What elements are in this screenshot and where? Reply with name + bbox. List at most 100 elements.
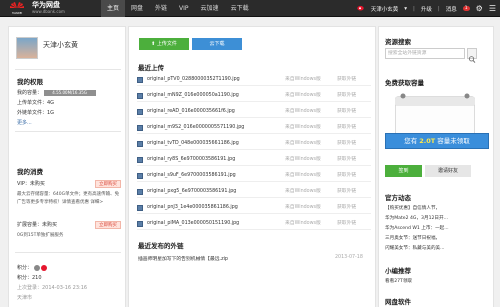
file-row[interactable]: original_pTV0_02880000352T1190.jpg 来自Wind… bbox=[137, 74, 371, 86]
divider bbox=[15, 131, 121, 132]
chevron-down-icon[interactable]: ▾ bbox=[404, 6, 407, 12]
file-row[interactable]: original_tvTD_048e000035661186.jpg 来自Wind… bbox=[137, 138, 371, 150]
file-source: 来自Windows版 bbox=[285, 189, 321, 194]
file-source: 来自Windows版 bbox=[285, 77, 321, 82]
get-link-button[interactable]: 获取外链 bbox=[337, 218, 356, 230]
file-source: 来自Windows版 bbox=[285, 93, 321, 98]
file-source: 来自Windows版 bbox=[285, 205, 321, 210]
get-link-button[interactable]: 获取外链 bbox=[337, 202, 356, 214]
file-name[interactable]: original_pxg5_6e9700003586191.jpg bbox=[147, 186, 236, 198]
vip-buy-button[interactable]: 立即购买 bbox=[95, 180, 121, 188]
get-link-button[interactable]: 获取外链 bbox=[337, 186, 356, 198]
file-row[interactable]: original_pnJ3_1e4e000035861186.jpg 来自Wind… bbox=[137, 202, 371, 214]
points-label: 积分： bbox=[17, 265, 33, 271]
file-row[interactable]: original_m9S2_016e0000005571190.jpg 来自Win… bbox=[137, 122, 371, 134]
vip-description: 最大云存储容量：640G单文件；更有高速传输、免广告等更多专享特权！详情查看优惠… bbox=[17, 192, 120, 205]
weibo-icon[interactable] bbox=[357, 4, 365, 13]
invite-friends-button[interactable]: 邀请好友 bbox=[425, 165, 471, 177]
news-item[interactable]: 闪耀美女节：私藏与美的美... bbox=[385, 244, 445, 254]
capacity-row: 我的容量： 4.55.00M/16.35G bbox=[17, 88, 96, 98]
brand-name[interactable]: 华为网盘 bbox=[32, 1, 60, 9]
file-name[interactable]: original_pnJ3_1e4e000035861186.jpg bbox=[147, 202, 238, 214]
recent-uploads-title: 最近上传 bbox=[138, 64, 164, 72]
more-link[interactable]: 更多... bbox=[17, 118, 32, 128]
redeem-amount: 2.0T bbox=[419, 137, 436, 145]
menu-list-icon[interactable]: ☰ bbox=[489, 4, 496, 13]
profile-name[interactable]: 天津小玄黄 bbox=[43, 40, 78, 50]
file-name[interactable]: original_tvTD_048e000035661186.jpg bbox=[147, 138, 239, 150]
tips-title: 小编推荐 bbox=[385, 267, 411, 275]
get-link-button[interactable]: 获取外链 bbox=[337, 154, 356, 166]
file-name[interactable]: original_s9uF_6e9700003586191.jpg bbox=[147, 170, 236, 182]
news-title: 官方动态 bbox=[385, 194, 411, 202]
message-count-badge: 1 bbox=[462, 6, 470, 11]
username-link[interactable]: 天津小玄黄 bbox=[371, 5, 399, 13]
ext-row: 扩展容量：未购买 立即购买 bbox=[17, 220, 121, 230]
search-icon[interactable] bbox=[467, 48, 477, 63]
get-link-button[interactable]: 获取外链 bbox=[337, 90, 356, 102]
nav-vip[interactable]: VIP bbox=[173, 0, 195, 17]
nav-accelerate[interactable]: 云加速 bbox=[195, 0, 225, 17]
upload-icon: ⬆ bbox=[151, 41, 156, 47]
file-name[interactable]: original_plMA_013e000050151190.jpg bbox=[147, 218, 239, 230]
ext-buy-button[interactable]: 立即购买 bbox=[95, 221, 121, 229]
nav-links[interactable]: 外链 bbox=[149, 0, 173, 17]
news-item[interactable]: 三月奥女节：送节日祝福， bbox=[385, 234, 440, 244]
redeem-prefix: 您有 bbox=[404, 137, 418, 145]
upgrade-link[interactable]: 升级 bbox=[421, 5, 432, 13]
file-source: 来自Windows版 bbox=[285, 109, 321, 114]
file-name[interactable]: original_ry8S_6e9700003586191.jpg bbox=[147, 154, 235, 166]
news-item[interactable]: 【购买优惠】自信情人节， bbox=[385, 204, 440, 214]
nav-cloud-download[interactable]: 云下载 bbox=[225, 0, 255, 17]
weibo-bind-icon[interactable] bbox=[41, 264, 48, 271]
upload-button[interactable]: ⬆ 上传文件 bbox=[139, 38, 189, 50]
main-nav: 主页 网盘 外链 VIP 云加速 云下载 bbox=[101, 0, 255, 17]
file-row[interactable]: original_pxg5_6e9700003586191.jpg 来自Windo… bbox=[137, 186, 371, 198]
main-content: ⬆ 上传文件 云下载 最近上传 original_pTV0_0288000035… bbox=[128, 26, 376, 307]
file-name[interactable]: original_pTV0_02880000352T1190.jpg bbox=[147, 74, 240, 86]
file-source: 来自Windows版 bbox=[285, 173, 321, 178]
file-row[interactable]: original_s9uF_6e9700003586191.jpg 来自Windo… bbox=[137, 170, 371, 182]
avatar[interactable] bbox=[16, 37, 38, 59]
news-item[interactable]: 华为Ascend W1 上市：一起... bbox=[385, 224, 449, 234]
location: 天津市 bbox=[17, 295, 33, 301]
file-row[interactable]: original_ry8S_6e9700003586191.jpg 来自Windo… bbox=[137, 154, 371, 166]
messages-link[interactable]: 消息 bbox=[446, 5, 457, 13]
file-row[interactable]: original_mN9Z_016e000050a1190.jpg 来自Windo… bbox=[137, 90, 371, 102]
user-menu: 天津小玄黄 ▾ | 升级 | 消息 1 ⚙ ☰ bbox=[357, 0, 496, 17]
cloud-download-button[interactable]: 云下载 bbox=[192, 38, 242, 50]
nav-home[interactable]: 主页 bbox=[101, 0, 126, 17]
sign-in-button[interactable]: 签到 bbox=[385, 165, 422, 177]
file-row[interactable]: original_reAD_016e000035661f6.jpg 来自Windo… bbox=[137, 106, 371, 118]
get-link-button[interactable]: 获取外链 bbox=[337, 74, 356, 86]
file-source: 来自Windows版 bbox=[285, 221, 321, 226]
get-link-button[interactable]: 获取外链 bbox=[337, 170, 356, 182]
link-item-name[interactable]: 插画师明星加写下的告别机械情【最远.zip bbox=[138, 255, 228, 262]
huawei-logo[interactable]: HUAWEI bbox=[6, 2, 28, 15]
user-status-icon bbox=[33, 264, 40, 271]
redeem-capacity-banner[interactable]: 您有 2.0T 容量未领取 bbox=[385, 133, 489, 149]
get-link-button[interactable]: 获取外链 bbox=[337, 138, 356, 150]
file-name[interactable]: original_mN9Z_016e000050a1190.jpg bbox=[147, 90, 239, 102]
divider bbox=[15, 252, 121, 253]
tips-item[interactable]: 看看27T领取 bbox=[385, 277, 412, 287]
file-name[interactable]: original_reAD_016e000035661f6.jpg bbox=[147, 106, 235, 118]
rights-title: 我的权限 bbox=[17, 78, 43, 86]
file-name[interactable]: original_m9S2_016e0000005571190.jpg bbox=[147, 122, 244, 134]
vip-status: VIP：未购买 bbox=[17, 181, 45, 187]
news-item[interactable]: 华为Mate2 4G，3月12日开... bbox=[385, 214, 448, 224]
get-link-button[interactable]: 获取外链 bbox=[337, 122, 356, 134]
capacity-bar: 4.55.00M/16.35G bbox=[43, 89, 96, 96]
top-navigation-bar: HUAWEI 华为网盘 www.dbank.com 主页 网盘 外链 VIP 云… bbox=[0, 0, 500, 17]
last-login: 上次登录：2014-03-16 23:16 bbox=[17, 285, 88, 291]
profile-panel: 天津小玄黄 我的权限 我的容量： 4.55.00M/16.35G 上传单文件：4… bbox=[8, 26, 126, 307]
capacity-label: 我的容量： bbox=[17, 90, 43, 96]
nav-disk[interactable]: 网盘 bbox=[125, 0, 149, 17]
upload-button-label: 上传文件 bbox=[156, 41, 177, 47]
settings-gear-icon[interactable]: ⚙ bbox=[476, 4, 483, 13]
get-link-button[interactable]: 获取外链 bbox=[337, 106, 356, 118]
link-item-date: 2013-07-18 bbox=[335, 255, 363, 260]
file-row[interactable]: original_plMA_013e000050151190.jpg 来自Wind… bbox=[137, 218, 371, 230]
resource-search-input[interactable]: 搜索全站外链资源 bbox=[385, 48, 465, 59]
image-file-icon bbox=[137, 189, 143, 195]
